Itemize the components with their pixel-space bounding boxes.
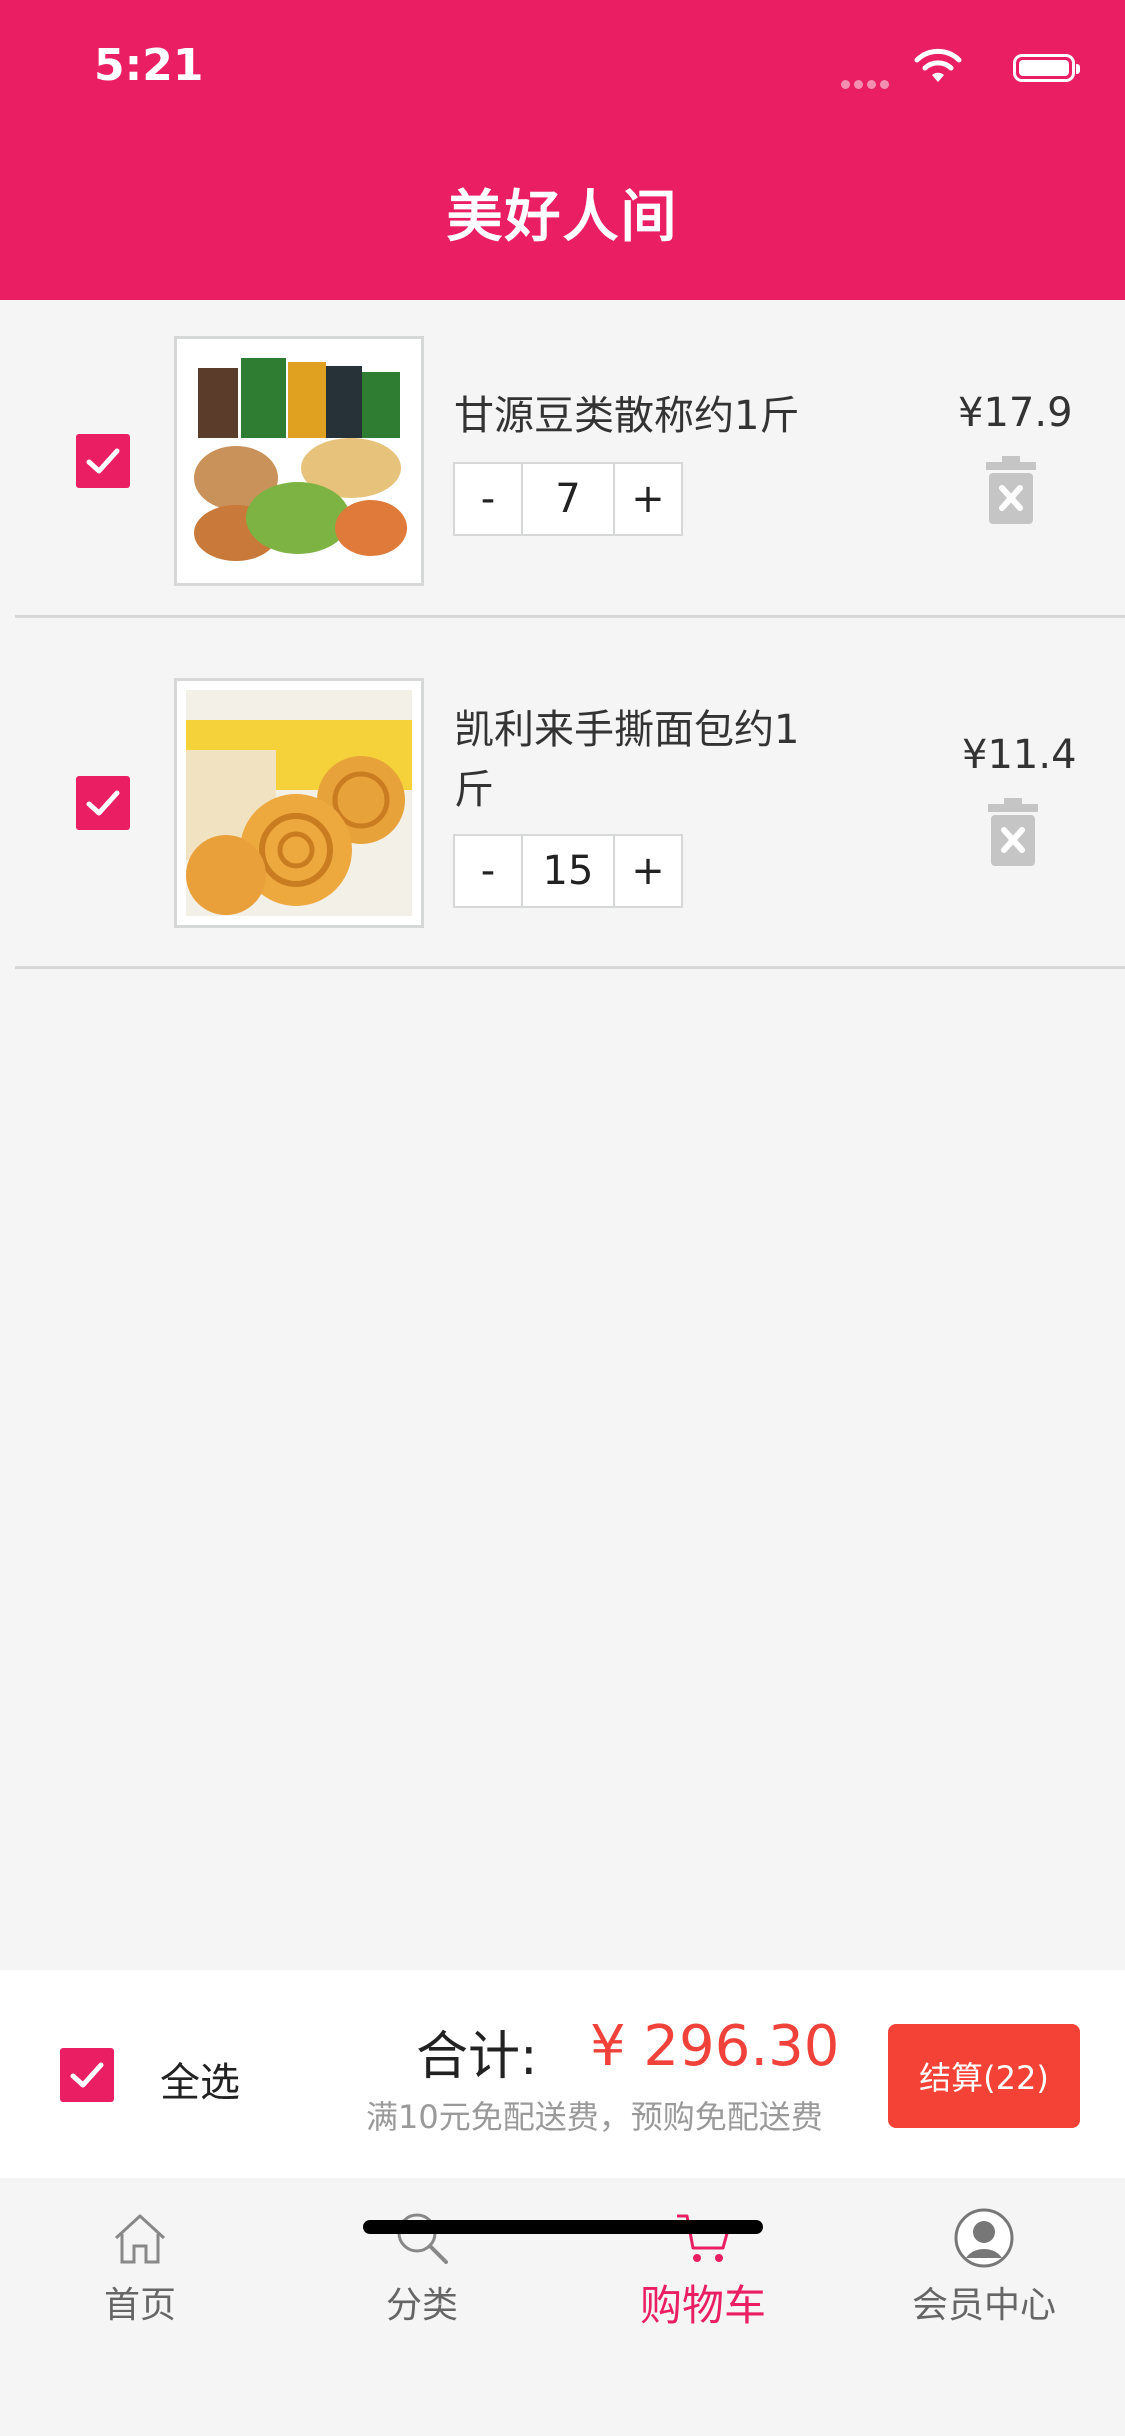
quantity-stepper: - 15 + — [453, 834, 683, 908]
cart-item: 凯利来手撕面包约1斤 - 15 + ¥11.4 — [0, 618, 1125, 970]
product-price: ¥17.9 — [958, 390, 1073, 436]
select-all-checkbox[interactable] — [60, 2048, 114, 2102]
cart-icon — [677, 2214, 731, 2262]
increase-button[interactable]: + — [615, 836, 681, 906]
tab-label: 会员中心 — [911, 2285, 1056, 2326]
delete-icon[interactable] — [986, 456, 1036, 524]
product-name: 凯利来手撕面包约1斤 — [454, 707, 800, 813]
tab-bar: 首页 分类 购物车 会员中心 — [0, 2178, 1125, 2436]
increase-button[interactable]: + — [615, 464, 681, 534]
total-label: 合计: — [416, 2027, 538, 2087]
product-price: ¥11.4 — [962, 732, 1077, 778]
tab-home[interactable]: 首页 — [40, 2208, 240, 2328]
item-checkbox[interactable] — [76, 776, 130, 830]
shipping-note: 满10元免配送费，预购免配送费 — [366, 2098, 823, 2136]
delete-icon[interactable] — [988, 798, 1038, 866]
home-icon — [114, 2214, 166, 2264]
select-all-label[interactable]: 全选 — [160, 2050, 240, 2108]
product-name: 甘源豆类散称约1斤 — [454, 393, 800, 439]
quantity-stepper: - 7 + — [453, 462, 683, 536]
cart-item: 甘源豆类散称约1斤 - 7 + ¥17.9 — [0, 300, 1125, 618]
decrease-button[interactable]: - — [455, 836, 521, 906]
nuts-snack-image — [186, 348, 412, 574]
signal-icon — [841, 74, 893, 93]
checkout-bar: 全选 合计: ¥ 296.30 满10元免配送费，预购免配送费 结算(22) — [0, 1970, 1125, 2178]
divider — [15, 966, 1125, 969]
app-header: 5:21 美好人间 — [0, 0, 1125, 300]
checkmark-icon — [86, 790, 120, 816]
checkmark-icon — [86, 448, 120, 474]
checkout-button[interactable]: 结算(22) — [888, 2024, 1080, 2128]
bread-image — [186, 690, 412, 916]
status-time: 5:21 — [94, 40, 204, 91]
wifi-icon — [914, 48, 962, 82]
product-image[interactable] — [174, 336, 424, 586]
tab-member-center[interactable]: 会员中心 — [884, 2208, 1084, 2328]
quantity-value[interactable]: 15 — [521, 836, 615, 906]
decrease-button[interactable]: - — [455, 464, 521, 534]
quantity-value[interactable]: 7 — [521, 464, 615, 534]
product-image[interactable] — [174, 678, 424, 928]
item-checkbox[interactable] — [76, 434, 130, 488]
status-icons — [823, 48, 1083, 92]
tab-label: 购物车 — [639, 2281, 766, 2330]
page-title: 美好人间 — [446, 185, 679, 250]
total-amount: ¥ 296.30 — [590, 2014, 840, 2079]
search-icon — [397, 2213, 448, 2264]
battery-icon — [1013, 54, 1080, 82]
checkmark-icon — [70, 2062, 104, 2088]
tab-label: 首页 — [103, 2285, 176, 2326]
user-icon — [954, 2208, 1014, 2268]
home-indicator — [363, 2220, 763, 2234]
tab-label: 分类 — [385, 2285, 458, 2326]
